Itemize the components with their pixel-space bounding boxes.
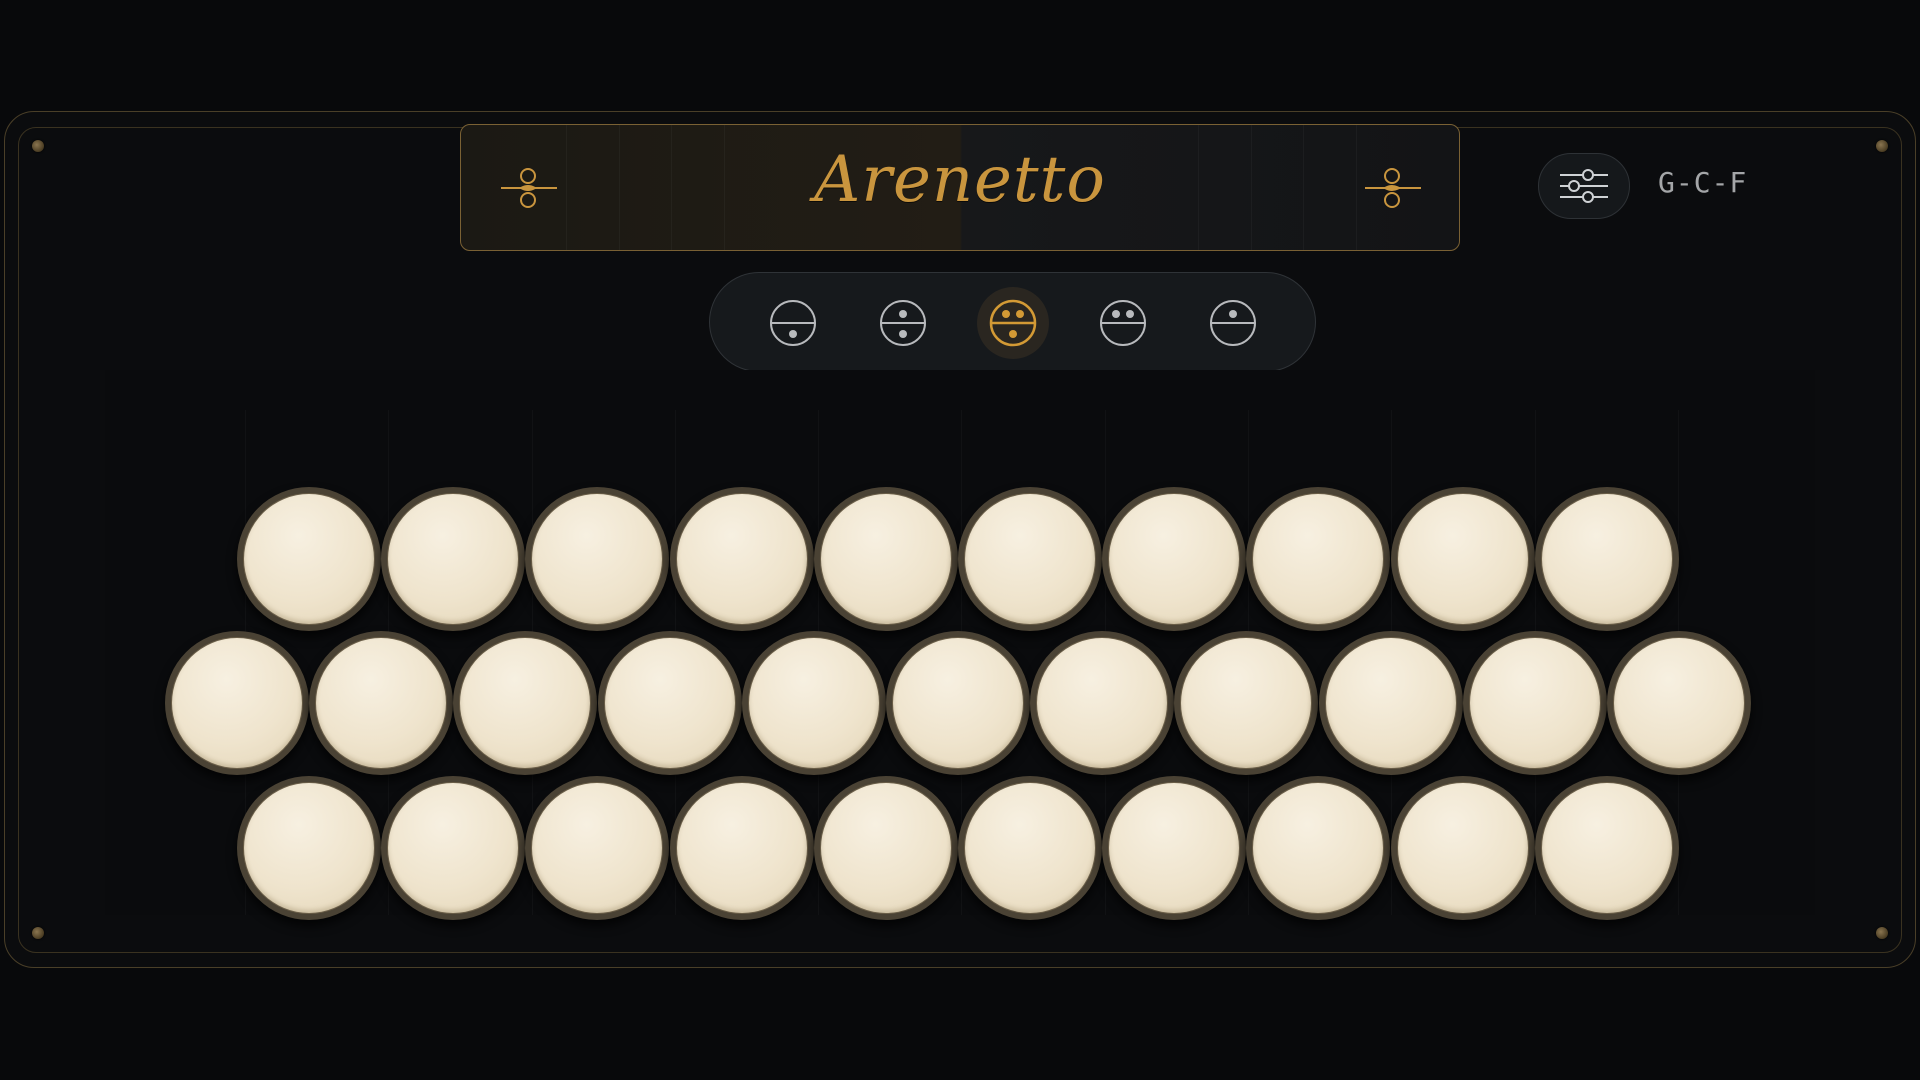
accordion-button-key[interactable] bbox=[381, 487, 526, 631]
accordion-button-key[interactable] bbox=[1246, 776, 1391, 920]
register-low-icon bbox=[770, 300, 816, 346]
accordion-button-key[interactable] bbox=[886, 631, 1030, 775]
accordion-button-key[interactable] bbox=[453, 631, 598, 775]
accordion-button-key[interactable] bbox=[1534, 776, 1679, 920]
accordion-button-key[interactable] bbox=[309, 631, 454, 775]
settings-button[interactable] bbox=[1538, 153, 1630, 219]
accordion-button-key[interactable] bbox=[1174, 631, 1319, 775]
accordion-button-key[interactable] bbox=[958, 776, 1102, 920]
screw-top-left bbox=[32, 140, 44, 152]
accordion-button-key[interactable] bbox=[958, 487, 1102, 631]
accordion-button-key[interactable] bbox=[1030, 631, 1175, 775]
accordion-button-key[interactable] bbox=[381, 776, 526, 920]
accordion-button-key[interactable] bbox=[1462, 631, 1607, 775]
screw-bottom-left bbox=[32, 927, 44, 939]
title-plate: Arenetto bbox=[460, 124, 1460, 251]
accordion-button-key[interactable] bbox=[1534, 487, 1679, 631]
accordion-button-key[interactable] bbox=[1390, 776, 1535, 920]
register-button-5[interactable] bbox=[1197, 287, 1269, 359]
accordion-button-key[interactable] bbox=[669, 487, 814, 631]
accordion-button-key[interactable] bbox=[1102, 776, 1247, 920]
register-master-icon bbox=[989, 299, 1037, 347]
register-button-4[interactable] bbox=[1087, 287, 1159, 359]
accordion-button-key[interactable] bbox=[1102, 487, 1247, 631]
tuning-label: G-C-F bbox=[1658, 166, 1748, 199]
accordion-button-key[interactable] bbox=[741, 631, 886, 775]
register-button-2[interactable] bbox=[867, 287, 939, 359]
accordion-button-key[interactable] bbox=[669, 776, 814, 920]
app-title: Arenetto bbox=[814, 143, 1106, 217]
accordion-button-key[interactable] bbox=[1318, 631, 1463, 775]
accordion-button-key[interactable] bbox=[237, 487, 381, 631]
register-switch-bar bbox=[709, 272, 1316, 372]
accordion-button-key[interactable] bbox=[597, 631, 742, 775]
register-button-3[interactable] bbox=[977, 287, 1049, 359]
register-mid-icon bbox=[880, 300, 926, 346]
accordion-button-key[interactable] bbox=[813, 776, 958, 920]
accordion-button-key[interactable] bbox=[813, 487, 958, 631]
screw-top-right bbox=[1876, 140, 1888, 152]
register-bandoneon-icon bbox=[1210, 300, 1256, 346]
ornament-right-icon bbox=[1365, 168, 1421, 208]
accordion-button-key[interactable] bbox=[237, 776, 381, 920]
accordion-button-key[interactable] bbox=[1390, 487, 1535, 631]
accordion-button-key[interactable] bbox=[1246, 487, 1391, 631]
screw-bottom-right bbox=[1876, 927, 1888, 939]
accordion-button-key[interactable] bbox=[165, 631, 309, 775]
register-musette-icon bbox=[1100, 300, 1146, 346]
sliders-icon bbox=[1560, 169, 1608, 203]
accordion-button-key[interactable] bbox=[525, 487, 670, 631]
register-button-1[interactable] bbox=[757, 287, 829, 359]
accordion-button-key[interactable] bbox=[525, 776, 670, 920]
accordion-button-key[interactable] bbox=[1607, 631, 1751, 775]
